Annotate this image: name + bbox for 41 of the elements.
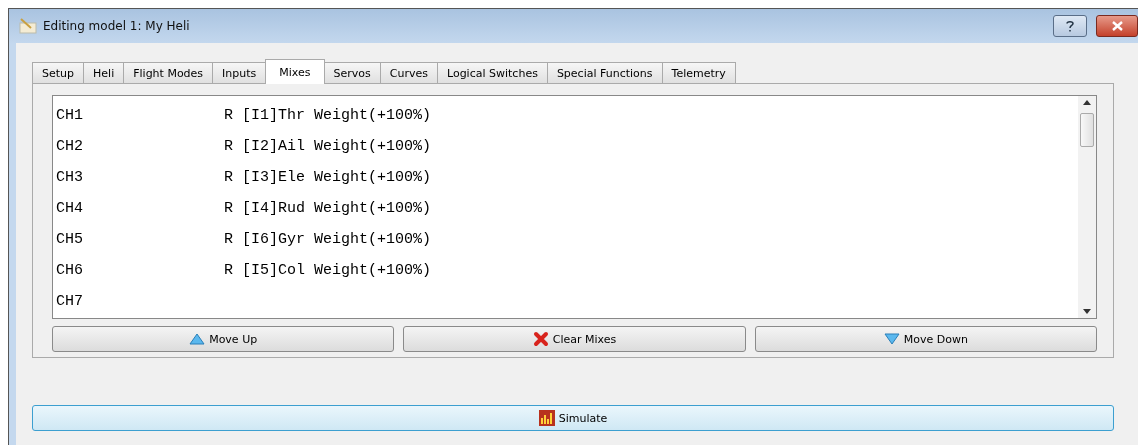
help-button[interactable] [1053, 15, 1087, 37]
action-button[interactable]: Move Down [754, 326, 1097, 352]
tab[interactable]: Setup [32, 62, 85, 83]
tab[interactable]: Heli [83, 62, 125, 83]
scroll-down-arrow-icon[interactable] [1083, 309, 1091, 314]
scroll-thumb[interactable] [1080, 113, 1094, 147]
action-button[interactable]: Clear Mixes [403, 326, 746, 352]
simulate-button[interactable]: Simulate [32, 405, 1114, 431]
close-button[interactable] [1096, 15, 1138, 37]
channel-label: CH2 [56, 138, 84, 155]
question-icon [1066, 20, 1074, 32]
tab[interactable]: Flight Modes [123, 62, 214, 83]
tab[interactable]: Inputs [212, 62, 267, 83]
action-button[interactable]: Move Up [52, 326, 395, 352]
pencil-icon [19, 18, 37, 34]
channel-label: CH5 [56, 231, 84, 248]
scrollbar[interactable] [1078, 96, 1096, 318]
bar-chart-icon [538, 410, 555, 426]
close-icon [1111, 21, 1123, 31]
window-title: Editing model 1: My Heli [43, 19, 191, 33]
tab[interactable]: Curves [379, 62, 438, 83]
mix-line: R [I2]Ail Weight(+100%) [224, 138, 432, 155]
triangle-up-icon [189, 333, 206, 345]
mix-line: R [I1]Thr Weight(+100%) [224, 107, 432, 124]
tab[interactable]: Logical Switches [436, 62, 548, 83]
mix-line: R [I5]Col Weight(+100%) [224, 262, 432, 279]
channel-label: CH7 [56, 293, 84, 310]
tab[interactable]: Telemetry [661, 62, 736, 83]
channel-label: CH3 [56, 169, 84, 186]
channel-label: CH6 [56, 262, 84, 279]
cross-icon [532, 331, 549, 347]
tab[interactable]: Special Functions [546, 62, 663, 83]
mix-line: R [I6]Gyr Weight(+100%) [224, 231, 432, 248]
scroll-up-arrow-icon[interactable] [1083, 100, 1091, 105]
tab[interactable]: Mixes [265, 59, 325, 84]
channel-label: CH4 [56, 200, 84, 217]
triangle-down-icon [883, 333, 900, 345]
mix-line: R [I3]Ele Weight(+100%) [224, 169, 432, 186]
channel-label: CH1 [56, 107, 84, 124]
mix-line: R [I4]Rud Weight(+100%) [224, 200, 432, 217]
tab[interactable]: Servos [323, 62, 381, 83]
